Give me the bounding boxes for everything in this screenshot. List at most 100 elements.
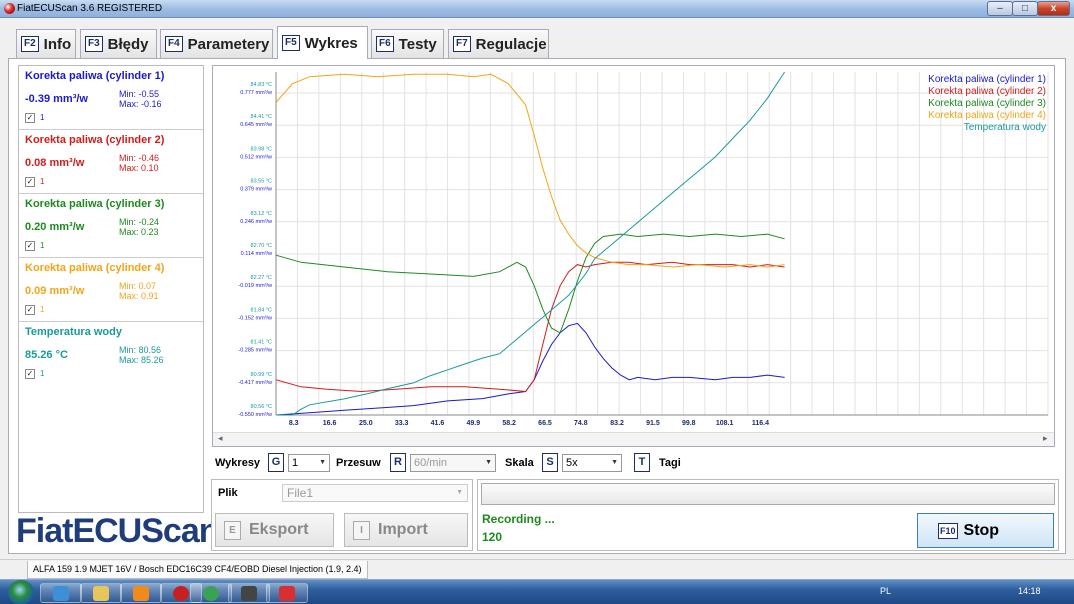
x-tick-label: 66.5 — [538, 420, 552, 427]
import-label: Import — [378, 521, 428, 538]
legend-entry: Korekta paliwa (cylinder 4) — [928, 110, 1046, 121]
tab-testy[interactable]: F6 Testy — [371, 29, 444, 58]
sensor-checkbox-label: 1 — [40, 177, 45, 186]
sensor-checkbox-label: 1 — [40, 305, 45, 314]
export-key: E — [224, 520, 241, 540]
stop-key: F10 — [938, 522, 958, 539]
tagi-label: Tagi — [659, 457, 681, 469]
chart-area: 84.83 °C 0.777 mm³/w 84.41 °C 0.645 mm³/w 83… — [212, 65, 1055, 447]
sensor-checkbox[interactable]: ✓ — [25, 177, 35, 187]
maximize-button[interactable]: □ — [1012, 1, 1038, 16]
scroll-right-icon[interactable]: ▸ — [1043, 433, 1048, 444]
przesuw-key[interactable]: R — [390, 453, 406, 472]
sensor-checkbox[interactable]: ✓ — [25, 241, 35, 251]
taskbar-explorer-icon[interactable] — [80, 583, 122, 603]
sensor-checkbox[interactable]: ✓ — [25, 113, 35, 123]
x-tick-label: 74.8 — [574, 420, 588, 427]
export-button[interactable]: E Eksport — [215, 513, 334, 547]
x-tick-label: 16.6 — [323, 420, 337, 427]
taskbar-ie-icon[interactable] — [40, 583, 82, 603]
sensor-name: Korekta paliwa (cylinder 1) — [25, 70, 165, 82]
tab-bledy[interactable]: F3 Błędy — [80, 29, 157, 58]
y-tick-temp: 82.27 °C — [251, 275, 272, 281]
sensor-max: Max: 85.26 — [119, 355, 164, 365]
sensor-checkbox[interactable]: ✓ — [25, 305, 35, 315]
tab-parametery[interactable]: F4 Parametery — [160, 29, 273, 58]
y-tick-temp: 82.70 °C — [251, 243, 272, 249]
progress-bar — [481, 483, 1055, 505]
sensor-checkbox[interactable]: ✓ — [25, 369, 35, 379]
legend-entry: Temperatura wody — [964, 122, 1046, 133]
taskbar-media-icon[interactable] — [120, 583, 162, 603]
tab-key: F2 — [21, 36, 39, 52]
tab-key: F3 — [85, 36, 103, 52]
wykresy-select[interactable]: 1 ▼ — [288, 454, 330, 472]
title-bar: FiatECUScan 3.6 REGISTERED – □ x — [0, 0, 1074, 18]
tagi-key[interactable]: T — [634, 453, 650, 472]
recording-status: Recording ... — [482, 512, 555, 526]
sensor-min: Min: -0.46 — [119, 153, 160, 163]
import-button[interactable]: I Import — [344, 513, 468, 547]
przesuw-label: Przesuw — [336, 457, 381, 469]
wykresy-label: Wykresy — [215, 457, 261, 469]
y-tick-temp: 84.41 °C — [251, 114, 272, 120]
y-tick-temp: 83.98 °C — [251, 146, 272, 152]
y-tick-fuel: 0.512 mm³/w — [240, 154, 272, 160]
stop-label: Stop — [963, 521, 1000, 539]
tray-clock[interactable]: 14:18 — [1018, 586, 1041, 596]
taskbar-app-icon[interactable] — [228, 583, 270, 603]
sensor-max: Max: 0.23 — [119, 227, 159, 237]
chart-controls: Wykresy G 1 ▼ Przesuw R 60/min ▼ Skala S 5… — [212, 452, 1072, 474]
sensor-max: Max: -0.16 — [119, 99, 162, 109]
x-tick-label: 8.3 — [289, 420, 299, 427]
close-button[interactable]: x — [1037, 1, 1070, 16]
sensor-value: 0.09 mm³/w — [25, 285, 85, 297]
sensor-min: Min: -0.24 — [119, 217, 160, 227]
sensor-item: Temperatura wody 85.26 °C Min: 80.56 Max… — [19, 322, 203, 386]
sensor-name: Korekta paliwa (cylinder 4) — [25, 262, 165, 274]
sensor-checkbox-label: 1 — [40, 113, 45, 122]
x-tick-label: 108.1 — [716, 420, 734, 427]
tab-regulacje[interactable]: F7 Regulacje — [448, 29, 549, 58]
minimize-button[interactable]: – — [987, 1, 1013, 16]
app-logo: FiatECUScan — [16, 512, 219, 550]
start-button[interactable] — [8, 580, 34, 604]
file-label: Plik — [218, 487, 238, 499]
skala-select[interactable]: 5x ▼ — [562, 454, 622, 472]
export-label: Eksport — [249, 521, 309, 538]
skala-key[interactable]: S — [542, 453, 558, 472]
przesuw-select[interactable]: 60/min ▼ — [410, 454, 496, 472]
taskbar-chrome-icon[interactable] — [190, 583, 232, 603]
sensor-name: Korekta paliwa (cylinder 3) — [25, 198, 165, 210]
series-line — [275, 322, 785, 416]
wykresy-key[interactable]: G — [268, 453, 284, 472]
window-title: FiatECUScan 3.6 REGISTERED — [17, 3, 163, 14]
taskbar: PL 14:18 — [0, 579, 1074, 604]
sensor-name: Korekta paliwa (cylinder 2) — [25, 134, 165, 146]
legend-entry: Korekta paliwa (cylinder 2) — [928, 86, 1046, 97]
sensor-checkbox-label: 1 — [40, 369, 45, 378]
sensor-list: Korekta paliwa (cylinder 1) -0.39 mm³/w … — [18, 65, 204, 513]
scroll-left-icon[interactable]: ◂ — [218, 433, 223, 444]
taskbar-fiatecuscan-icon[interactable] — [266, 583, 308, 603]
sensor-max: Max: 0.91 — [119, 291, 159, 301]
przesuw-value: 60/min — [414, 457, 448, 469]
x-tick-label: 91.5 — [646, 420, 660, 427]
stop-button[interactable]: F10 Stop — [917, 513, 1054, 548]
y-tick-fuel: 0.645 mm³/w — [240, 122, 272, 128]
sensor-min: Min: 80.56 — [119, 345, 162, 355]
tray-language[interactable]: PL — [880, 586, 891, 596]
y-tick-fuel: 0.379 mm³/w — [240, 187, 272, 193]
tab-info[interactable]: F2 Info — [16, 29, 76, 58]
tab-wykres[interactable]: F5 Wykres — [277, 26, 368, 59]
y-tick-fuel: -0.285 mm³/w — [238, 348, 272, 354]
legend-entry: Korekta paliwa (cylinder 3) — [928, 98, 1046, 109]
tab-key: F6 — [376, 36, 394, 52]
chart-scrollbar[interactable]: ◂ ▸ — [213, 432, 1054, 446]
x-tick-label: 83.2 — [610, 420, 624, 427]
file-select-value: File1 — [287, 486, 314, 500]
tab-key: F7 — [453, 36, 471, 52]
tab-label: Testy — [398, 35, 437, 53]
file-select[interactable]: File1 ▼ — [282, 484, 468, 502]
tab-label: Regulacje — [475, 35, 547, 53]
